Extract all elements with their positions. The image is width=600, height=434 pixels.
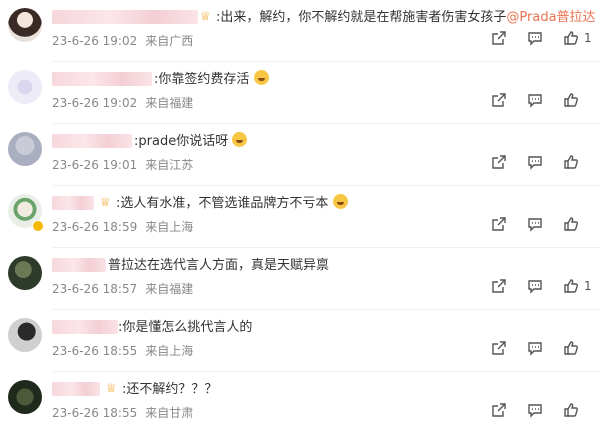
location: 来自福建 [145, 282, 194, 296]
sad-emoji-icon [232, 132, 248, 147]
comment-meta: 23-6-26 19:01 来自江苏 [52, 156, 193, 173]
grin-emoji-icon [332, 194, 348, 209]
comment-body: :你靠签约费存活 [154, 72, 250, 87]
comment-icon[interactable] [526, 215, 544, 233]
like-icon[interactable] [562, 153, 580, 171]
share-icon[interactable] [490, 277, 508, 295]
comment-icon[interactable] [526, 153, 544, 171]
crown-icon: ♕ [200, 9, 211, 23]
avatar[interactable] [8, 132, 42, 166]
comment-text: :选人有水准，不管选谁品牌方不亏本 [116, 194, 348, 214]
timestamp: 23-6-26 19:02 [52, 34, 138, 48]
username-blurred[interactable] [52, 258, 106, 272]
timestamp: 23-6-26 18:55 [52, 406, 138, 420]
crown-icon: ♕ [100, 195, 111, 209]
username-blurred[interactable] [52, 10, 198, 24]
comment-text: :还不解约？？？ [122, 380, 217, 400]
share-icon[interactable] [490, 215, 508, 233]
comment-body: :你是懂怎么挑代言人的 [118, 320, 253, 335]
location: 来自上海 [145, 344, 194, 358]
action-bar [472, 214, 592, 234]
comment-body: :选人有水准，不管选谁品牌方不亏本 [116, 196, 329, 211]
comment-text: :你是懂怎么挑代言人的 [118, 318, 252, 338]
action-bar: 1 [472, 276, 592, 296]
comment-body: :出来，解约，你不解约就是在帮施害者伤害女孩子 [216, 10, 507, 25]
location: 来自广西 [145, 34, 194, 48]
comment-meta: 23-6-26 18:57 来自福建 [52, 280, 193, 297]
share-icon[interactable] [490, 401, 508, 419]
like-icon[interactable] [562, 91, 580, 109]
comment-item: ♕ :选人有水准，不管选谁品牌方不亏本 23-6-26 18:59 来自上海 [0, 186, 600, 248]
location: 来自甘肃 [145, 406, 194, 420]
username-blurred[interactable] [52, 382, 100, 396]
action-bar: 1 [472, 28, 592, 48]
username-blurred[interactable] [52, 320, 118, 334]
comment-icon[interactable] [526, 401, 544, 419]
comment-item: ♕ :还不解约？？？ 23-6-26 18:55 来自甘肃 [0, 372, 600, 434]
comment-item: ♕ :出来，解约，你不解约就是在帮施害者伤害女孩子@Prada普拉达 23-6-… [0, 0, 600, 62]
crown-icon: ♕ [106, 381, 117, 395]
verified-badge-icon [32, 220, 44, 232]
comment-meta: 23-6-26 18:59 来自上海 [52, 218, 193, 235]
comment-text: :出来，解约，你不解约就是在帮施害者伤害女孩子@Prada普拉达 [216, 8, 596, 28]
location: 来自福建 [145, 96, 194, 110]
timestamp: 23-6-26 18:55 [52, 344, 138, 358]
timestamp: 23-6-26 19:02 [52, 96, 138, 110]
comment-icon[interactable] [526, 29, 544, 47]
avatar[interactable] [8, 256, 42, 290]
comment-body: :prade你说话呀 [134, 134, 229, 149]
timestamp: 23-6-26 18:59 [52, 220, 138, 234]
action-bar [472, 400, 592, 420]
comment-text: :你靠签约费存活 [154, 70, 269, 90]
comment-item: :你靠签约费存活 23-6-26 19:02 来自福建 [0, 62, 600, 124]
comment-icon[interactable] [526, 339, 544, 357]
mention-link[interactable]: @Prada普拉达 [506, 10, 595, 25]
share-icon[interactable] [490, 153, 508, 171]
like-icon[interactable] [562, 215, 580, 233]
like-icon[interactable] [562, 277, 580, 295]
laugh-emoji-icon [253, 70, 269, 85]
avatar[interactable] [8, 380, 42, 414]
avatar[interactable] [8, 318, 42, 352]
avatar[interactable] [8, 8, 42, 42]
username-blurred[interactable] [52, 134, 132, 148]
like-count: 1 [584, 31, 592, 45]
action-bar [472, 338, 592, 358]
comment-meta: 23-6-26 18:55 来自甘肃 [52, 404, 193, 421]
comment-text: :prade你说话呀 [134, 132, 248, 152]
share-icon[interactable] [490, 339, 508, 357]
comment-meta: 23-6-26 19:02 来自福建 [52, 94, 193, 111]
timestamp: 23-6-26 18:57 [52, 282, 138, 296]
like-count: 1 [584, 279, 592, 293]
comment-item: 普拉达在选代言人方面，真是天赋异禀 23-6-26 18:57 来自福建 1 [0, 248, 600, 310]
comment-body: :还不解约？？？ [122, 382, 218, 397]
comment-item: :你是懂怎么挑代言人的 23-6-26 18:55 来自上海 [0, 310, 600, 372]
comment-body: 普拉达在选代言人方面，真是天赋异禀 [108, 258, 330, 273]
avatar[interactable] [8, 70, 42, 104]
comment-text: 普拉达在选代言人方面，真是天赋异禀 [108, 256, 329, 276]
like-icon[interactable] [562, 401, 580, 419]
comment-meta: 23-6-26 18:55 来自上海 [52, 342, 193, 359]
like-icon[interactable] [562, 339, 580, 357]
action-bar [472, 90, 592, 110]
comment-list: ♕ :出来，解约，你不解约就是在帮施害者伤害女孩子@Prada普拉达 23-6-… [0, 0, 600, 428]
comment-item: :prade你说话呀 23-6-26 19:01 来自江苏 [0, 124, 600, 186]
action-bar [472, 152, 592, 172]
share-icon[interactable] [490, 91, 508, 109]
location: 来自上海 [145, 220, 194, 234]
username-blurred[interactable] [52, 196, 94, 210]
comment-icon[interactable] [526, 277, 544, 295]
location: 来自江苏 [145, 158, 194, 172]
timestamp: 23-6-26 19:01 [52, 158, 138, 172]
share-icon[interactable] [490, 29, 508, 47]
comment-meta: 23-6-26 19:02 来自广西 [52, 32, 193, 49]
username-blurred[interactable] [52, 72, 152, 86]
like-icon[interactable] [562, 29, 580, 47]
comment-icon[interactable] [526, 91, 544, 109]
